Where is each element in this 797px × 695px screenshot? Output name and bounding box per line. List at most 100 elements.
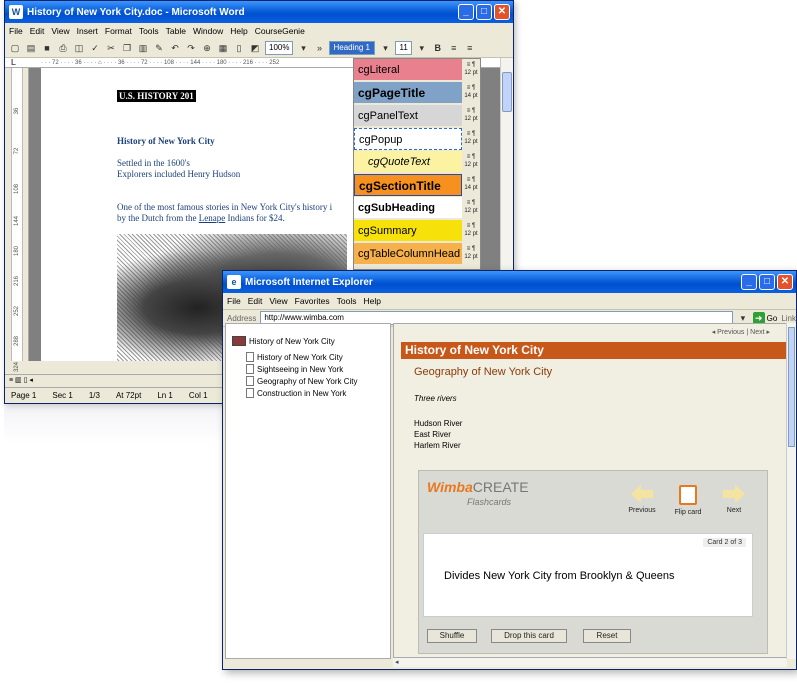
ie-horizontal-scrollbar[interactable]: ◂ (393, 657, 787, 667)
next-card-button[interactable]: Next (715, 485, 753, 514)
ie-title-bar[interactable]: e Microsoft Internet Explorer _ □ ✕ (223, 271, 796, 293)
menu-window[interactable]: Window (193, 26, 223, 36)
toc-root-label: History of New York City (249, 336, 335, 346)
save-icon[interactable]: ■ (41, 42, 53, 54)
menu-view[interactable]: View (269, 296, 287, 306)
format-painter-icon[interactable]: ✎ (153, 42, 165, 54)
align-center-icon[interactable]: ≡ (464, 42, 476, 54)
river-item: Hudson River (414, 419, 463, 428)
minimize-button[interactable]: _ (741, 274, 757, 290)
scroll-thumb[interactable] (502, 72, 512, 112)
flip-card-button[interactable]: Flip card (669, 485, 707, 516)
menu-format[interactable]: Format (105, 26, 132, 36)
cut-icon[interactable]: ✂ (105, 42, 117, 54)
font-size-select[interactable]: 11 (395, 41, 412, 55)
toc-root[interactable]: History of New York City (232, 336, 335, 346)
toolbar-more-icon[interactable]: » (313, 42, 325, 54)
vertical-ruler[interactable]: 36 72 108 144 180 216 252 288 324 (5, 68, 29, 372)
previous-link[interactable]: ◂ Previous (712, 329, 745, 336)
wimba-logo: WimbaCREATE (427, 479, 529, 495)
align-left-icon[interactable]: ≡ (448, 42, 460, 54)
ie-app-icon: e (227, 275, 241, 289)
redo-icon[interactable]: ↷ (185, 42, 197, 54)
menu-tools[interactable]: Tools (337, 296, 357, 306)
style-dropdown-icon[interactable]: ▾ (379, 42, 391, 54)
style-select[interactable]: Heading 1 (329, 41, 376, 55)
toc-item[interactable]: History of New York City (246, 352, 343, 362)
style-item-cgpaneltext[interactable]: cgPanelText (354, 105, 462, 127)
flashcard[interactable]: Card 2 of 3 Divides New York City from B… (423, 533, 753, 617)
style-item-cgtablecolumnhead[interactable]: cgTableColumnHead (354, 243, 462, 265)
style-item-cgquotetext[interactable]: cgQuoteText (354, 151, 462, 173)
toc-item[interactable]: Construction in New York (246, 388, 346, 398)
menu-tools[interactable]: Tools (139, 26, 159, 36)
menu-file[interactable]: File (9, 26, 23, 36)
style-item-cgpagetitle[interactable]: cgPageTitle (354, 82, 462, 104)
style-item-cgpopup[interactable]: cgPopup (354, 128, 462, 150)
reset-button[interactable]: Reset (583, 629, 631, 643)
style-item-cgsubheading[interactable]: cgSubHeading (354, 197, 462, 219)
undo-icon[interactable]: ↶ (169, 42, 181, 54)
paste-icon[interactable]: ▥ (137, 42, 149, 54)
doc-line-explorers[interactable]: Explorers included Henry Hudson (117, 169, 240, 180)
doc-text: Indians for $24. (225, 213, 285, 223)
spelling-icon[interactable]: ✓ (89, 42, 101, 54)
maximize-button[interactable]: □ (476, 4, 492, 20)
hyperlink-icon[interactable]: ⊕ (201, 42, 213, 54)
menu-table[interactable]: Table (166, 26, 186, 36)
doc-link-lenape[interactable]: Lenape (199, 213, 225, 223)
close-button[interactable]: ✕ (494, 4, 510, 20)
doc-paragraph-line1[interactable]: One of the most famous stories in New Yo… (117, 202, 332, 213)
shuffle-button[interactable]: Shuffle (427, 629, 477, 643)
flip-label: Flip card (674, 509, 702, 516)
style-meta: ≡ ¶ 14 pt (464, 85, 478, 99)
doc-title[interactable]: History of New York City (117, 136, 215, 147)
print-preview-icon[interactable]: ◫ (73, 42, 85, 54)
minimize-button[interactable]: _ (458, 4, 474, 20)
next-link[interactable]: Next ▸ (750, 329, 770, 336)
bold-icon[interactable]: B (432, 42, 444, 54)
menu-help[interactable]: Help (363, 296, 380, 306)
ie-vertical-scrollbar[interactable] (786, 323, 796, 659)
tab-selector-icon[interactable]: L (11, 58, 16, 67)
open-folder-icon[interactable]: ▤ (25, 42, 37, 54)
close-button[interactable]: ✕ (777, 274, 793, 290)
vruler-label: 252 (14, 306, 20, 317)
zoom-select[interactable]: 100% (265, 41, 294, 55)
menu-edit[interactable]: Edit (30, 26, 45, 36)
doc-line-settled[interactable]: Settled in the 1600's (117, 158, 190, 169)
drawing-icon[interactable]: ◩ (249, 42, 261, 54)
toc-item[interactable]: Geography of New York City (246, 376, 358, 386)
previous-card-button[interactable]: Previous (623, 485, 661, 514)
columns-icon[interactable]: ▯ (233, 42, 245, 54)
chevron-down-icon[interactable]: ▾ (297, 42, 309, 54)
doc-paragraph-line2[interactable]: by the Dutch from the Lenape Indians for… (117, 213, 285, 224)
table-icon[interactable]: ▦ (217, 42, 229, 54)
style-item-cgsummary[interactable]: cgSummary (354, 220, 462, 242)
page-icon (246, 376, 254, 386)
url-text: http://www.wimba.com (264, 313, 344, 322)
toc-item-label: Construction in New York (257, 388, 347, 398)
word-title-bar[interactable]: W History of New York City.doc - Microso… (5, 1, 513, 23)
menu-insert[interactable]: Insert (77, 26, 98, 36)
menu-edit[interactable]: Edit (248, 296, 263, 306)
menu-view[interactable]: View (51, 26, 69, 36)
new-doc-icon[interactable]: ▢ (9, 42, 21, 54)
drop-card-button[interactable]: Drop this card (491, 629, 567, 643)
doc-heading[interactable]: U.S. HISTORY 201 (117, 90, 196, 102)
copy-icon[interactable]: ❐ (121, 42, 133, 54)
maximize-button[interactable]: □ (759, 274, 775, 290)
print-icon[interactable]: ⎙ (57, 42, 69, 54)
menu-coursegenie[interactable]: CourseGenie (255, 26, 305, 36)
menu-favorites[interactable]: Favorites (295, 296, 330, 306)
links-label[interactable]: Link (781, 314, 796, 323)
size-dropdown-icon[interactable]: ▾ (416, 42, 428, 54)
style-item-cgsectiontitle[interactable]: cgSectionTitle (354, 174, 462, 196)
scroll-thumb[interactable] (788, 327, 795, 447)
style-meta: ≡ ¶ 12 pt (464, 131, 478, 145)
menu-help[interactable]: Help (230, 26, 247, 36)
word-toolbar: ▢ ▤ ■ ⎙ ◫ ✓ ✂ ❐ ▥ ✎ ↶ ↷ ⊕ ▦ ▯ ◩ 100% ▾ »… (5, 39, 513, 58)
style-item-cgliteral[interactable]: cgLiteral (354, 59, 462, 81)
menu-file[interactable]: File (227, 296, 241, 306)
toc-item[interactable]: Sightseeing in New York (246, 364, 343, 374)
